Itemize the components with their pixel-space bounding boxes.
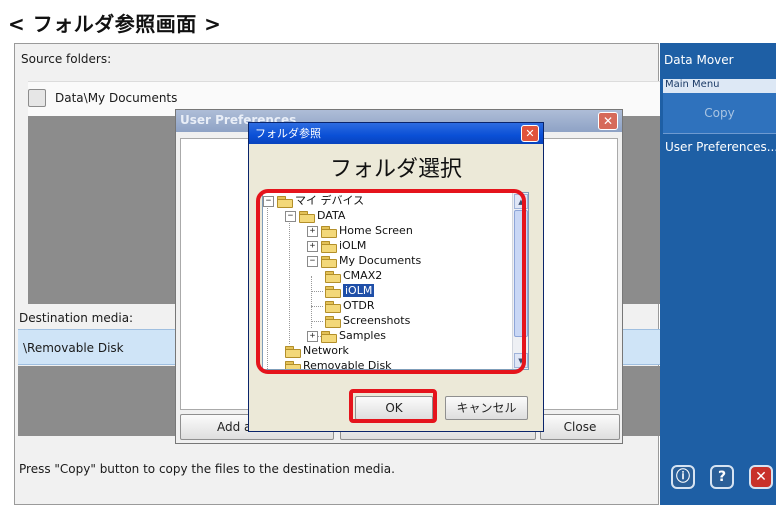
user-preferences-button[interactable]: User Preferences... [663, 134, 776, 162]
exit-icon[interactable]: ✕ [749, 465, 773, 489]
copy-button[interactable]: Copy [663, 93, 776, 133]
status-text: Press "Copy" button to copy the files to… [19, 462, 395, 476]
side-panel-title: Data Mover [664, 53, 734, 67]
ok-highlight-frame [349, 389, 437, 423]
destination-media-text: \Removable Disk [23, 341, 124, 355]
info-icon[interactable]: ⓘ [671, 465, 695, 489]
tree-highlight-frame [256, 189, 526, 374]
main-menu-header: Main Menu [663, 79, 776, 93]
source-folder-text: Data\My Documents [55, 91, 178, 105]
source-folder-checkbox[interactable] [28, 89, 46, 107]
user-preferences-close-icon[interactable]: ✕ [598, 112, 618, 130]
close-button[interactable]: Close [540, 414, 620, 440]
cancel-button[interactable]: キャンセル [445, 396, 528, 420]
side-panel: Data Mover Main Menu Copy User Preferenc… [660, 43, 776, 505]
source-folders-label: Source folders: [21, 52, 112, 66]
help-icon[interactable]: ? [710, 465, 734, 489]
folder-browse-title: フォルダ参照 [249, 123, 543, 144]
folder-browse-close-icon[interactable]: ✕ [521, 125, 539, 142]
page-heading: < フォルダ参照画面 > [8, 12, 222, 36]
folder-select-heading: フォルダ選択 [329, 157, 462, 182]
destination-media-label: Destination media: [19, 311, 134, 325]
